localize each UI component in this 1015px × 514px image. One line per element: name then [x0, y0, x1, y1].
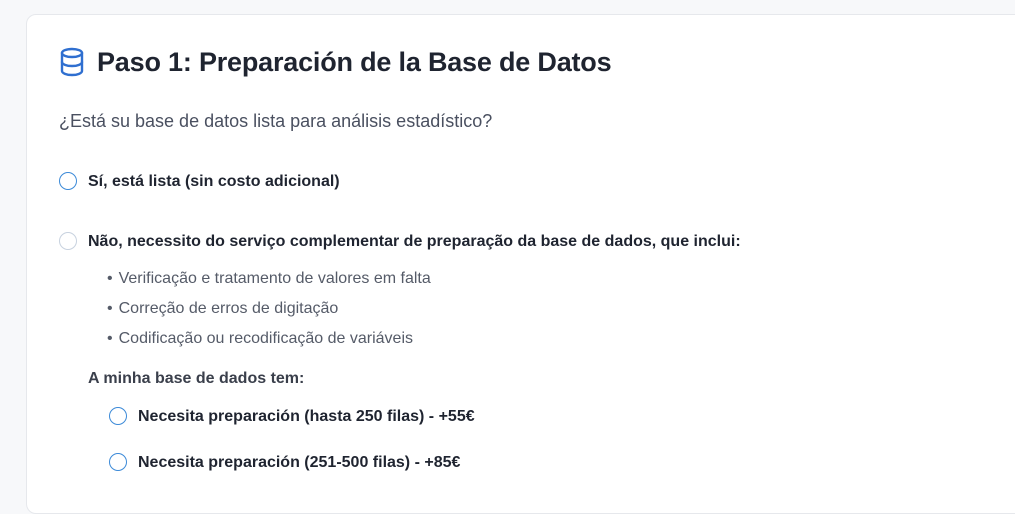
list-item: • Codificação ou recodificação de variáve… — [107, 330, 413, 347]
radio-up-to-250-rows[interactable] — [109, 407, 127, 425]
list-item: • Correção de erros de digitação — [107, 300, 339, 317]
option-ready-label[interactable]: Sí, está lista (sin costo adicional) — [88, 173, 340, 191]
option-needs-preparation-label[interactable]: Não, necessito do serviço complementar d… — [88, 233, 741, 251]
database-size-heading: A minha base de dados tem: — [88, 370, 305, 387]
list-item: • Verificação e tratamento de valores em … — [107, 270, 431, 287]
radio-needs-preparation[interactable] — [59, 232, 77, 250]
radio-ready[interactable] — [59, 172, 77, 190]
question-text: ¿Está su base de datos lista para anális… — [59, 111, 493, 131]
step-header: Paso 1: Preparación de la Base de Datos — [59, 45, 612, 79]
step-card: Paso 1: Preparación de la Base de Datos … — [26, 14, 1015, 514]
option-251-500-rows-label[interactable]: Necesita preparación (251-500 filas) - +… — [138, 454, 460, 472]
option-up-to-250-rows-label[interactable]: Necesita preparación (hasta 250 filas) -… — [138, 408, 475, 426]
database-icon — [59, 47, 85, 77]
radio-251-500-rows[interactable] — [109, 453, 127, 471]
step-title: Paso 1: Preparación de la Base de Datos — [97, 46, 612, 77]
